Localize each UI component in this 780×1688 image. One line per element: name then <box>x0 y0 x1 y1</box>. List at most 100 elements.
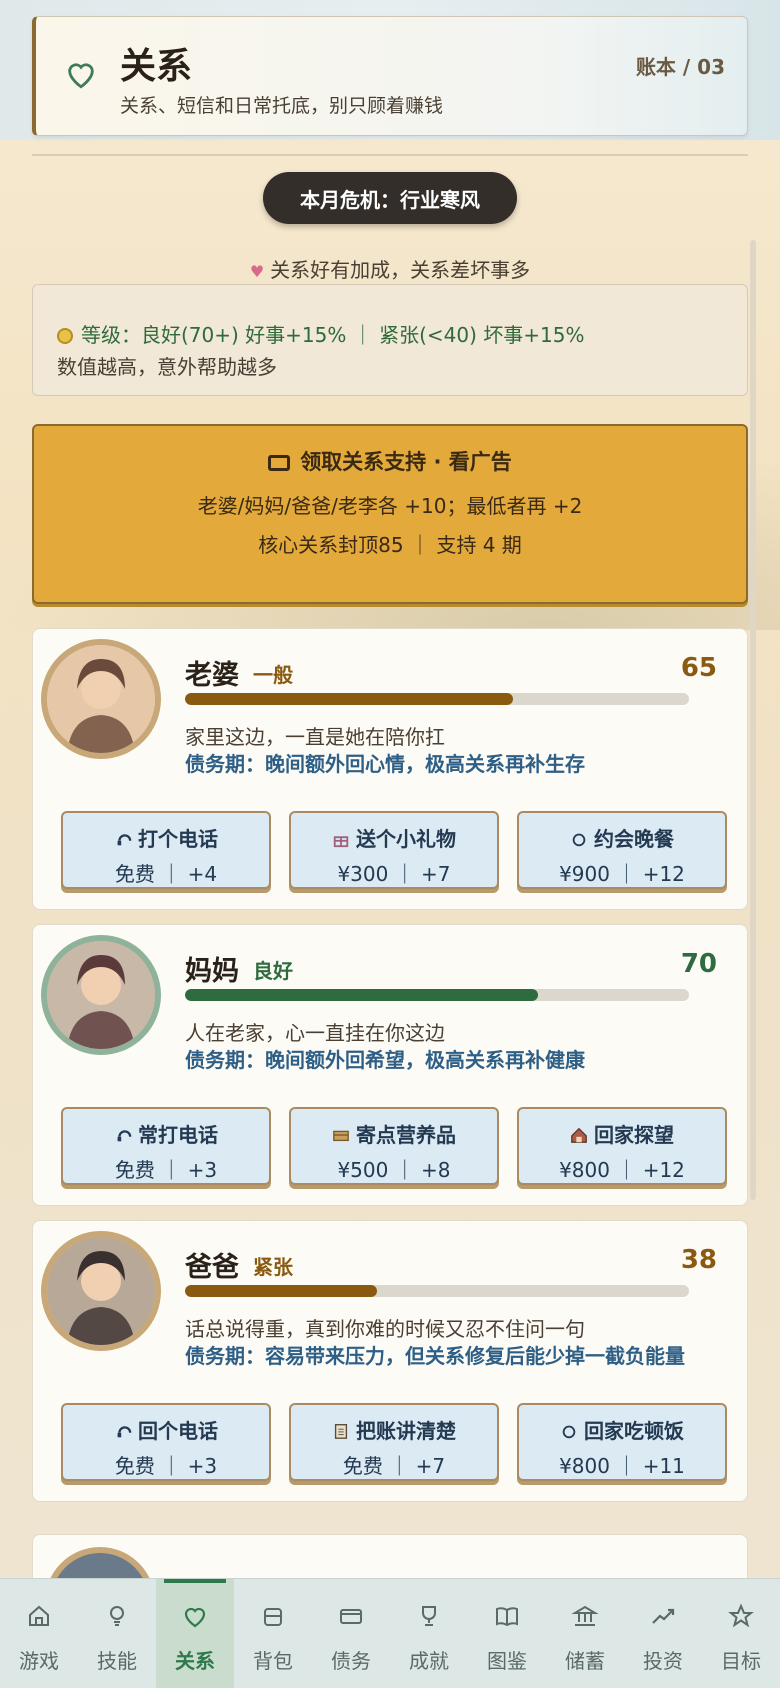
gift-icon <box>333 836 349 848</box>
relation-level: 一般 <box>253 663 293 687</box>
home-icon <box>571 1127 587 1143</box>
action-label: 约会晚餐 <box>594 827 674 851</box>
relationship-card: 老婆 一般 65 家里这边，一直是她在陪你扛 债务期：晚间额外回心情，极高关系再补生存 … <box>32 628 748 910</box>
relation-score: 70 <box>680 949 717 979</box>
phone-icon <box>117 1426 132 1438</box>
tab-label: 债务 <box>331 1649 371 1673</box>
heart-icon <box>68 63 94 89</box>
page-title: 关系 <box>120 46 193 87</box>
level-info-box: 等级：良好(70+) 好事+15% ｜ 紧张(<40) 坏事+15% 数值越高，… <box>32 284 748 396</box>
relation-progress-bar <box>185 1285 689 1297</box>
relation-description: 家里这边，一直是她在陪你扛 <box>185 725 445 749</box>
ledger-label: 账本 / 03 <box>635 55 725 79</box>
tab-book[interactable]: 图鉴 <box>468 1579 546 1688</box>
action-label: 回个电话 <box>138 1419 218 1443</box>
action-label-row: 常打电话 <box>63 1119 269 1148</box>
relation-description: 人在老家，心一直挂在你这边 <box>185 1021 445 1045</box>
level-info-text: 等级：良好(70+) 好事+15% ｜ 紧张(<40) 坏事+15% <box>81 323 585 347</box>
action-button[interactable]: 寄点营养品 ¥500 ｜ +8 <box>289 1107 499 1185</box>
ad-support-button[interactable]: 领取关系支持 · 看广告 老婆/妈妈/爸爸/老李各 +10；最低者再 +2 核心… <box>32 424 748 604</box>
action-button[interactable]: 回个电话 免费 ｜ +3 <box>61 1403 271 1481</box>
star-icon <box>728 1603 754 1628</box>
divider <box>32 154 748 156</box>
tab-label: 图鉴 <box>487 1649 527 1673</box>
action-button[interactable]: 回家探望 ¥800 ｜ +12 <box>517 1107 727 1185</box>
tab-chart[interactable]: 投资 <box>624 1579 702 1688</box>
level-info-line: 等级：良好(70+) 好事+15% ｜ 紧张(<40) 坏事+15% <box>57 319 584 348</box>
action-label-row: 寄点营养品 <box>291 1119 497 1148</box>
bulb-icon <box>57 328 73 344</box>
box-icon <box>333 1130 349 1142</box>
chart-icon <box>652 1608 675 1624</box>
tab-label: 成就 <box>409 1649 449 1673</box>
tab-label: 背包 <box>253 1649 293 1673</box>
action-button[interactable]: 常打电话 免费 ｜ +3 <box>61 1107 271 1185</box>
relation-progress-fill <box>185 989 538 1001</box>
relation-progress-bar <box>185 693 689 705</box>
tab-label: 储蓄 <box>565 1649 605 1673</box>
ledger-icon <box>334 1424 348 1439</box>
action-label: 打个电话 <box>138 827 218 851</box>
action-label-row: 把账讲清楚 <box>291 1415 497 1444</box>
relation-description: 话总说得重，真到你难的时候又忍不住问一句 <box>185 1317 585 1341</box>
action-label: 送个小礼物 <box>356 827 456 851</box>
bulb-icon <box>110 1606 124 1626</box>
tab-label: 技能 <box>97 1649 137 1673</box>
action-button[interactable]: 约会晚餐 ¥900 ｜ +12 <box>517 811 727 889</box>
avatar <box>41 935 161 1055</box>
relation-name: 老婆 <box>185 660 239 691</box>
trophy-icon <box>422 1606 436 1626</box>
action-cost: ¥800 ｜ +11 <box>559 1454 685 1478</box>
tab-card[interactable]: 债务 <box>312 1579 390 1688</box>
tab-label: 目标 <box>721 1649 761 1673</box>
small-heart-icon: ♥ <box>249 262 265 281</box>
relationship-card: 妈妈 良好 70 人在老家，心一直挂在你这边 债务期：晚间额外回希望，极高关系再补健康 … <box>32 924 748 1206</box>
action-cost: 免费 ｜ +3 <box>114 1454 218 1478</box>
action-button[interactable]: 把账讲清楚 免费 ｜ +7 <box>289 1403 499 1481</box>
action-label-row: 回家探望 <box>519 1119 725 1148</box>
tab-bulb[interactable]: 技能 <box>78 1579 156 1688</box>
phone-icon <box>117 834 132 846</box>
action-cost: ¥800 ｜ +12 <box>559 1158 685 1182</box>
action-label: 回家探望 <box>594 1123 674 1147</box>
level-info-note: 数值越高，意外帮助越多 <box>57 355 277 379</box>
debt-effect: 债务期：容易带来压力，但关系修复后能少掉一截负能量 <box>185 1344 685 1368</box>
page-header: 关系 关系、短信和日常托底，别只顾着赚钱 账本 / 03 <box>32 16 748 136</box>
action-cost: 免费 ｜ +4 <box>114 862 218 886</box>
action-label: 常打电话 <box>138 1123 218 1147</box>
bottom-tab-bar: 游戏 技能 关系 背包 债务 成就 图鉴 储蓄 投资 目标 <box>0 1578 780 1688</box>
avatar <box>41 1231 161 1351</box>
tab-trophy[interactable]: 成就 <box>390 1579 468 1688</box>
action-button[interactable]: 送个小礼物 ¥300 ｜ +7 <box>289 811 499 889</box>
relation-progress-bar <box>185 989 689 1001</box>
relation-level: 良好 <box>253 959 293 983</box>
tab-label: 关系 <box>175 1649 215 1673</box>
action-label-row: 回家吃顿饭 <box>519 1415 725 1444</box>
ad-line: 老婆/妈妈/爸爸/老李各 +10；最低者再 +2 <box>197 494 583 518</box>
action-label: 寄点营养品 <box>356 1123 456 1147</box>
avatar <box>41 639 161 759</box>
relationship-card: 爸爸 紧张 38 话总说得重，真到你难的时候又忍不住问一句 债务期：容易带来压力，但关系… <box>32 1220 748 1502</box>
debt-effect: 债务期：晚间额外回希望，极高关系再补健康 <box>185 1048 585 1072</box>
relation-progress-fill <box>185 1285 377 1297</box>
action-label: 回家吃顿饭 <box>584 1419 684 1443</box>
action-cost: ¥300 ｜ +7 <box>337 862 451 886</box>
tab-home[interactable]: 游戏 <box>0 1579 78 1688</box>
relation-name: 爸爸 <box>185 1252 239 1283</box>
action-button[interactable]: 打个电话 免费 ｜ +4 <box>61 811 271 889</box>
ad-line-2: 核心关系封顶85 ｜ 支持 4 期 <box>258 533 522 557</box>
tab-heart[interactable]: 关系 <box>156 1579 234 1688</box>
tab-bag[interactable]: 背包 <box>234 1579 312 1688</box>
home-icon <box>29 1605 49 1626</box>
circle-icon <box>562 1425 576 1439</box>
action-cost: 免费 ｜ +3 <box>114 1158 218 1182</box>
action-button[interactable]: 回家吃顿饭 ¥800 ｜ +11 <box>517 1403 727 1481</box>
hint-text: 关系好有加成，关系差坏事多 <box>270 258 531 282</box>
hint-row: ♥ 关系好有加成，关系差坏事多 <box>0 254 780 283</box>
tv-icon <box>268 455 291 471</box>
debt-effect: 债务期：晚间额外回心情，极高关系再补生存 <box>185 752 585 776</box>
scrollbar[interactable] <box>750 240 756 1200</box>
tab-star[interactable]: 目标 <box>702 1579 780 1688</box>
tab-bank[interactable]: 储蓄 <box>546 1579 624 1688</box>
action-cost: ¥900 ｜ +12 <box>559 862 685 886</box>
